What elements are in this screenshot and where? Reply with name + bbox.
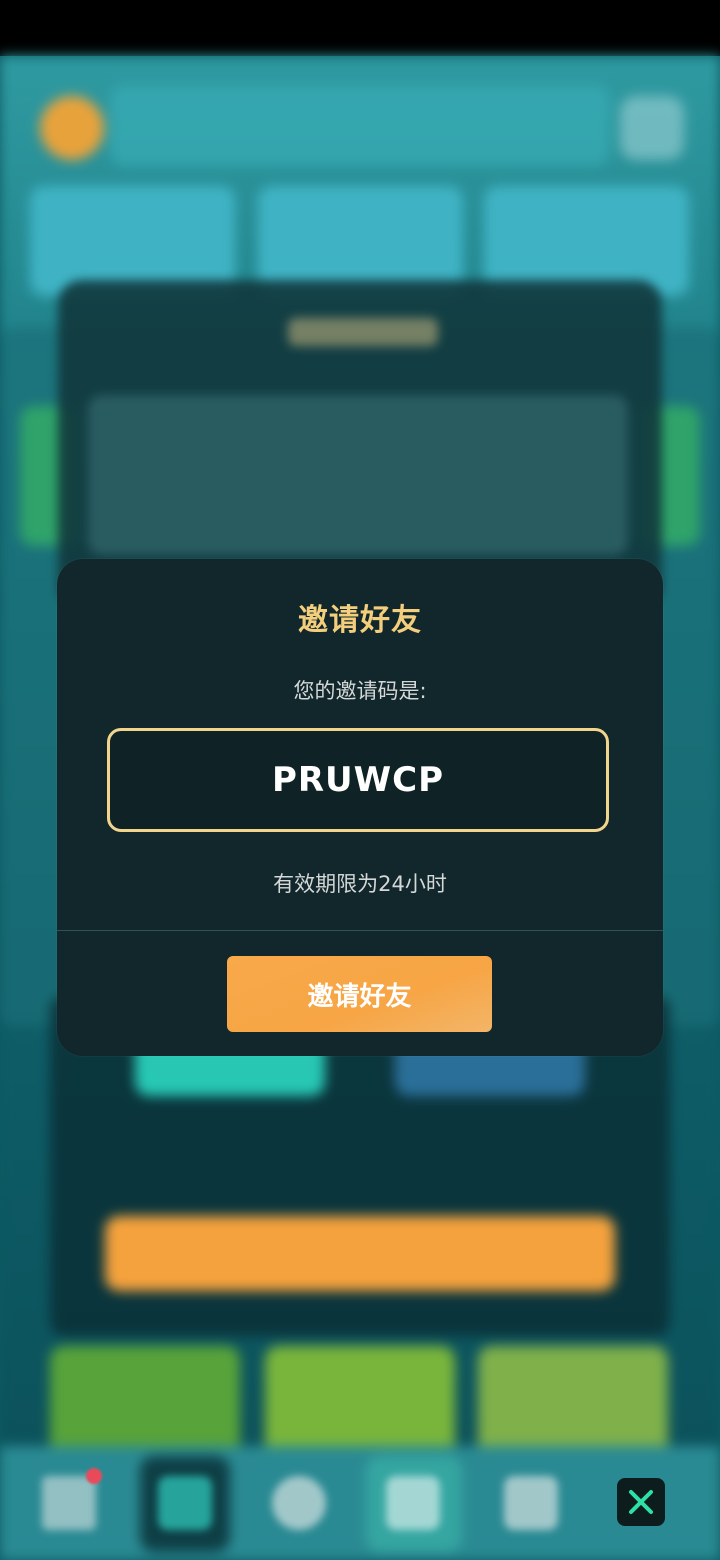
bg-avatar — [40, 96, 104, 160]
bg-orange-button — [105, 1216, 615, 1291]
bottom-nav — [0, 1446, 720, 1560]
invite-code: PRUWCP — [271, 760, 445, 800]
bg-settings-icon — [620, 96, 684, 160]
notification-badge — [86, 1468, 102, 1484]
close-icon — [629, 1490, 653, 1514]
nav-shield-icon[interactable] — [158, 1476, 212, 1530]
invite-code-box[interactable]: PRUWCP — [107, 728, 609, 832]
invite-friends-button[interactable]: 邀请好友 — [227, 956, 492, 1032]
divider — [57, 930, 663, 931]
nav-heart-icon[interactable] — [504, 1476, 558, 1530]
status-bar — [0, 0, 720, 56]
modal-title: 邀请好友 — [298, 603, 422, 638]
nav-tent-icon[interactable] — [42, 1476, 96, 1530]
validity-text: 有效期限为24小时 — [273, 872, 447, 896]
invite-friends-modal: 邀请好友 您的邀请码是: PRUWCP 有效期限为24小时 邀请好友 — [57, 559, 663, 1056]
nav-compass-icon[interactable] — [272, 1476, 326, 1530]
background-dialog-title — [288, 318, 438, 346]
bg-resource-bar — [110, 86, 610, 166]
close-button[interactable] — [617, 1478, 665, 1526]
nav-diamond-icon[interactable] — [386, 1476, 440, 1530]
invite-code-label: 您的邀请码是: — [293, 679, 427, 703]
background-dialog-text — [88, 395, 628, 555]
